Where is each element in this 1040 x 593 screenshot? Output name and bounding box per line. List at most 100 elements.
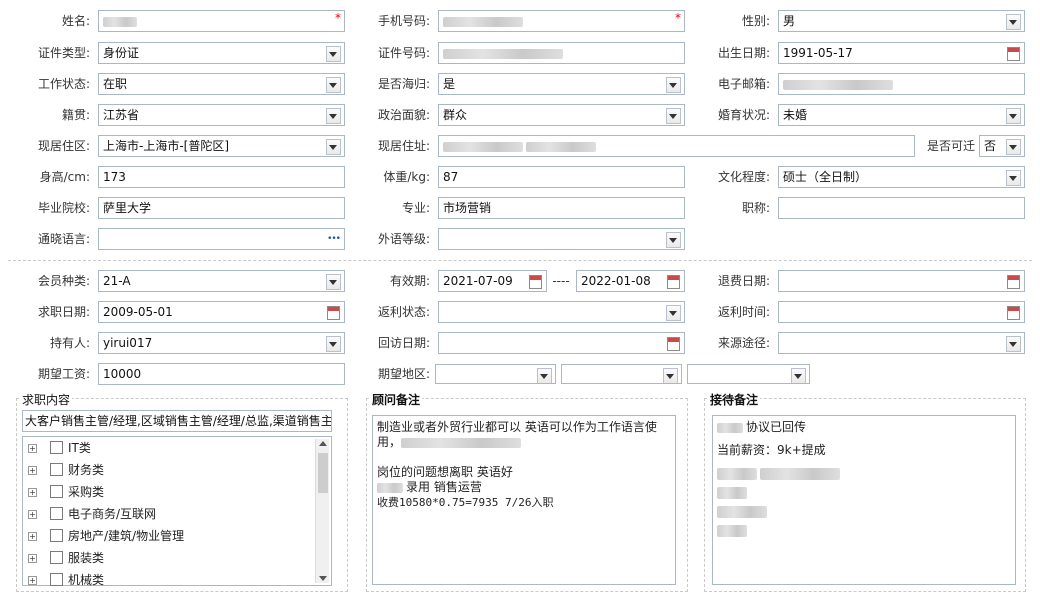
email-label: 电子邮箱: [717, 77, 770, 91]
refund-date-label: 退费日期: [717, 274, 770, 288]
expand-icon[interactable]: + [28, 532, 37, 541]
native-place-select[interactable]: 江苏省 [98, 104, 345, 126]
major-label: 专业: [401, 201, 430, 215]
advisor-note-line-5: 收费10580*0.75=7935 7/26入职 [377, 496, 554, 509]
tree-checkbox[interactable] [50, 551, 63, 564]
gender-select[interactable]: 男 [778, 10, 1025, 32]
idtype-select[interactable]: 身份证 [98, 42, 345, 64]
education-select[interactable]: 硕士（全日制） [778, 166, 1025, 188]
tree-checkbox[interactable] [50, 441, 63, 454]
expand-icon[interactable]: + [28, 466, 37, 475]
returnee-label: 是否海归: [377, 77, 430, 91]
rebate-time-label: 返利时间: [717, 305, 770, 319]
advisor-notes-textarea[interactable]: 制造业或者外贸行业都可以 英语可以作为工作语言使 用， 岗位的问题想离职 英语好… [372, 415, 676, 585]
region-province-select[interactable] [435, 364, 556, 384]
height-field[interactable]: 173 [98, 166, 345, 188]
foreign-level-select[interactable] [438, 228, 685, 250]
job-date-field[interactable]: 2009-05-01 [98, 301, 345, 323]
idno-field[interactable] [438, 42, 685, 64]
source-label: 来源途径: [717, 336, 770, 350]
tree-item-label: 房地产/建筑/物业管理 [68, 529, 185, 543]
job-summary-field[interactable]: 大客户销售主管/经理,区域销售主管/经理/总监,渠道销售主 [22, 410, 332, 432]
region-district-select[interactable] [687, 364, 810, 384]
major-field[interactable]: 市场营销 [438, 197, 685, 219]
visit-date-field[interactable] [438, 332, 685, 354]
tree-checkbox[interactable] [50, 485, 63, 498]
tree-checkbox[interactable] [50, 573, 63, 586]
refund-date-field[interactable] [778, 270, 1025, 292]
reception-note-blurred [717, 466, 1011, 538]
tree-item-label: IT类 [68, 441, 91, 455]
language-picker[interactable] [98, 228, 345, 250]
reception-notes-textarea[interactable]: 协议已回传 当前薪资：9k+提成 [712, 415, 1016, 585]
rebate-status-select[interactable] [438, 301, 685, 323]
source-select[interactable] [778, 332, 1025, 354]
holder-select[interactable]: yirui017 [98, 332, 345, 354]
returnee-select[interactable]: 是 [438, 73, 685, 95]
address-label: 现居住址: [377, 139, 430, 153]
email-field[interactable] [778, 73, 1025, 95]
tree-checkbox[interactable] [50, 463, 63, 476]
tree-item-label: 服装类 [68, 551, 105, 565]
residence-select[interactable]: 上海市-上海市-[普陀区] [98, 135, 345, 157]
work-status-label: 工作状态: [37, 77, 90, 91]
marital-label: 婚育状况: [717, 108, 770, 122]
expand-icon[interactable]: + [28, 510, 37, 519]
expand-icon[interactable]: + [28, 576, 37, 585]
tree-checkbox[interactable] [50, 529, 63, 542]
section-divider [8, 260, 1032, 261]
expand-icon[interactable]: + [28, 554, 37, 563]
mobile-field[interactable]: * [438, 10, 685, 32]
tree-checkbox[interactable] [50, 507, 63, 520]
weight-label: 体重/kg: [383, 170, 430, 184]
idno-label: 证件号码: [377, 46, 430, 60]
foreign-level-label: 外语等级: [377, 232, 430, 246]
relocate-label: 是否可迁 [926, 139, 975, 153]
holder-label: 持有人: [49, 336, 90, 350]
title-field[interactable] [778, 197, 1025, 219]
work-status-select[interactable]: 在职 [98, 73, 345, 95]
education-label: 文化程度: [717, 170, 770, 184]
member-type-label: 会员种类: [37, 274, 90, 288]
title-label: 职称: [741, 201, 770, 215]
school-field[interactable]: 萨里大学 [98, 197, 345, 219]
advisor-note-line-3: 岗位的问题想离职 英语好 [377, 465, 513, 479]
relocate-select[interactable]: 否 [979, 135, 1025, 157]
required-mark: * [675, 11, 681, 25]
region-city-select[interactable] [561, 364, 682, 384]
rebate-time-field[interactable] [778, 301, 1025, 323]
gender-label: 性别: [741, 14, 770, 28]
native-place-label: 籍贯: [61, 108, 90, 122]
valid-from-field[interactable]: 2021-07-09 [438, 270, 547, 292]
weight-field[interactable]: 87 [438, 166, 685, 188]
visit-date-label: 回访日期: [377, 336, 430, 350]
name-label: 姓名: [61, 14, 90, 28]
language-label: 通晓语言: [37, 232, 90, 246]
politics-select[interactable]: 群众 [438, 104, 685, 126]
reception-note-line-1: 协议已回传 [717, 420, 1011, 435]
salary-label: 期望工资: [37, 367, 90, 381]
birth-date-field[interactable]: 1991-05-17 [778, 42, 1025, 64]
salary-field[interactable]: 10000 [98, 363, 345, 385]
tree-scrollbar[interactable] [315, 439, 329, 583]
expand-icon[interactable]: + [28, 444, 37, 453]
scroll-up-icon[interactable] [319, 441, 327, 446]
job-date-label: 求职日期: [37, 305, 90, 319]
valid-separator: ---- [552, 274, 570, 288]
address-field[interactable] [438, 135, 915, 157]
advisor-note-line-1: 制造业或者外贸行业都可以 英语可以作为工作语言使 [377, 420, 657, 434]
politics-label: 政治面貌: [377, 108, 430, 122]
height-label: 身高/cm: [39, 170, 90, 184]
scroll-down-icon[interactable] [319, 576, 327, 581]
valid-to-field[interactable]: 2022-01-08 [576, 270, 685, 292]
member-type-select[interactable]: 21-A [98, 270, 345, 292]
marital-select[interactable]: 未婚 [778, 104, 1025, 126]
advisor-note-line-4: 录用 销售运营 [377, 480, 671, 495]
expand-icon[interactable]: + [28, 488, 37, 497]
required-mark: * [335, 11, 341, 25]
tree-item-label: 机械类 [68, 573, 105, 587]
tree-scroll-thumb[interactable] [318, 453, 328, 493]
name-field[interactable]: * [98, 10, 345, 32]
tree-item-label: 电子商务/互联网 [68, 507, 157, 521]
tree-item-label: 采购类 [68, 485, 105, 499]
